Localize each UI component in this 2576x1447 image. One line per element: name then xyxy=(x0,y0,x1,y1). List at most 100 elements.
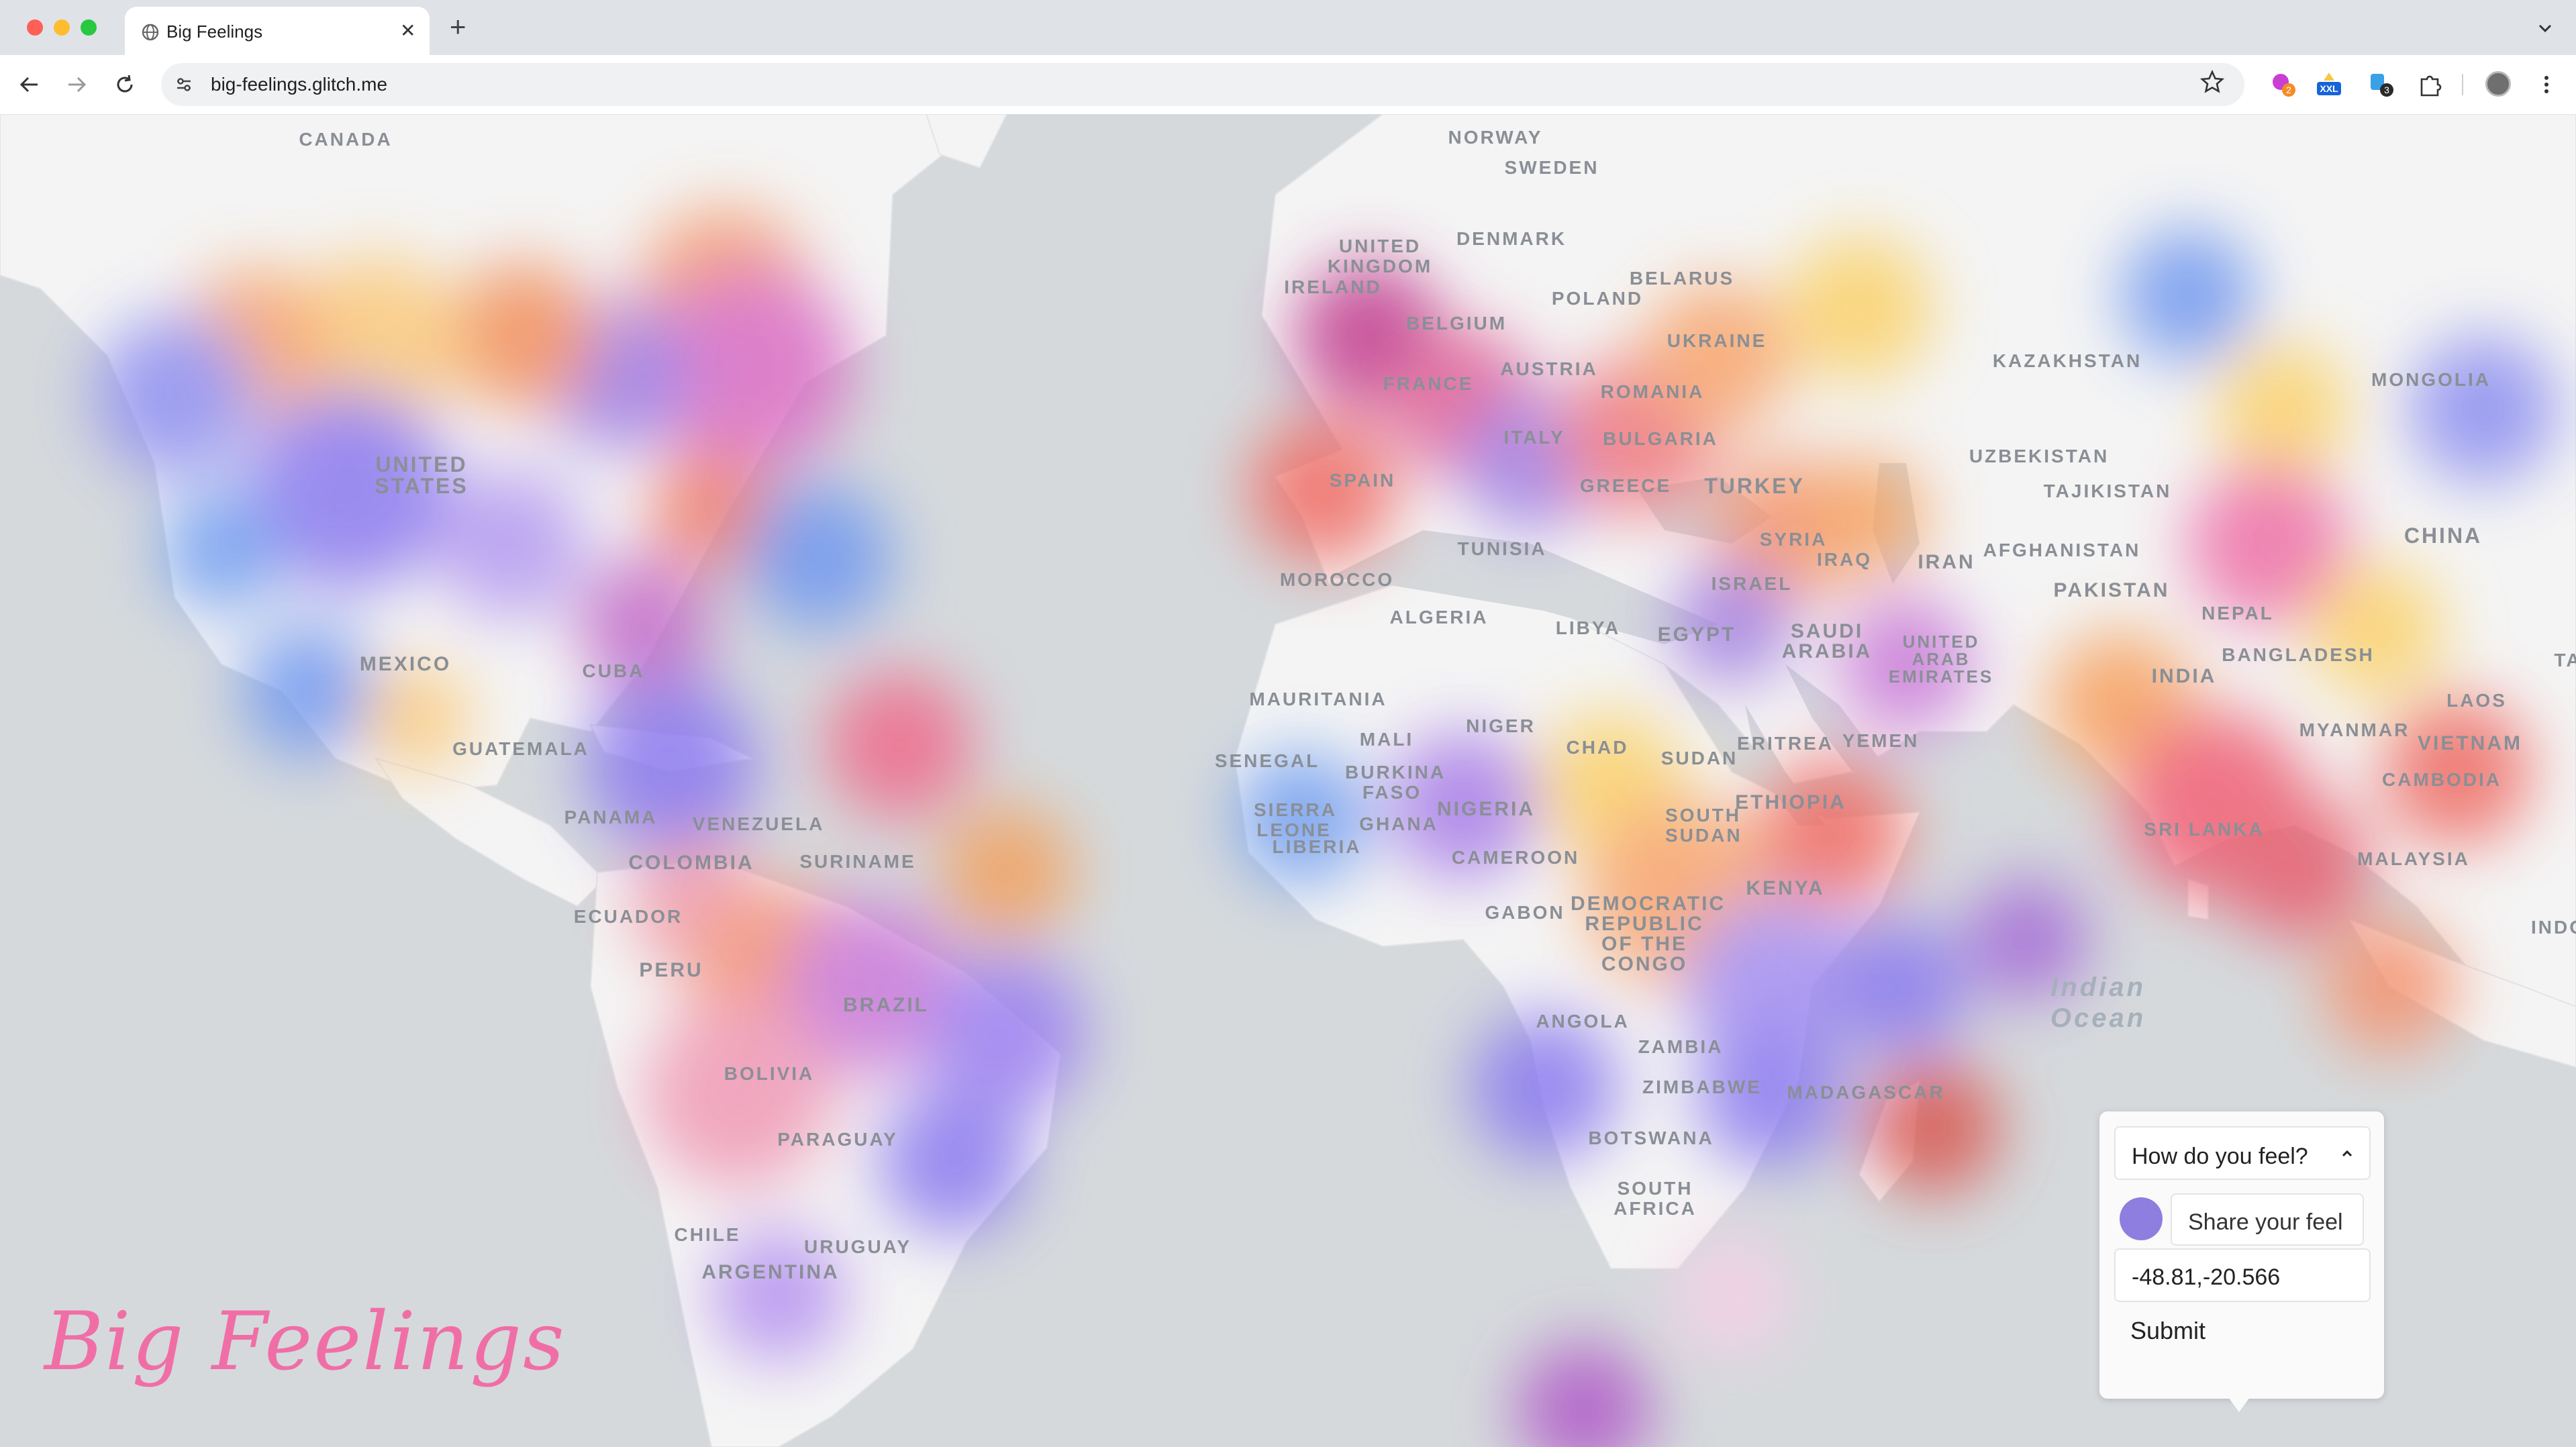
tab-title: Big Feelings xyxy=(166,21,263,42)
map-label: AFGHANISTAN xyxy=(1983,540,2141,560)
browser-tab[interactable]: Big Feelings ✕ xyxy=(125,7,430,55)
maximize-window-button[interactable] xyxy=(81,19,97,36)
puzzle-piece-icon[interactable] xyxy=(2415,70,2444,99)
map-label: SYRIA xyxy=(1759,529,1828,550)
map-label: PANAMA xyxy=(564,807,658,828)
back-arrow-icon[interactable] xyxy=(15,70,44,99)
map-label: UNITED KINGDOM xyxy=(1327,236,1433,277)
map-label: VIETNAM xyxy=(2418,732,2522,754)
submit-button[interactable]: Submit xyxy=(2130,1317,2206,1345)
globe-icon xyxy=(142,23,159,41)
map-label: YEMEN xyxy=(1842,730,1920,751)
map-label: MALAYSIA xyxy=(2357,848,2470,869)
map-label: VENEZUELA xyxy=(692,813,825,834)
toolbar-divider xyxy=(2462,74,2463,95)
more-vertical-icon[interactable] xyxy=(2540,70,2553,99)
map-label: MEXICO xyxy=(359,653,452,675)
map-label: SIERRA LEONE xyxy=(1254,799,1337,840)
map-label: MONGOLIA xyxy=(2371,369,2491,390)
address-bar[interactable]: big-feelings.glitch.me xyxy=(161,63,2244,106)
feeling-select[interactable]: How do you feel? xyxy=(2114,1126,2371,1180)
feeling-popup: How do you feel? Share your feel -48.81,… xyxy=(2099,1111,2384,1399)
map-label: CANADA xyxy=(299,129,393,150)
chevron-up-icon xyxy=(2342,1150,2352,1157)
map-label: MADAGASCAR xyxy=(1787,1082,1945,1103)
map-label: PAKISTAN xyxy=(2053,579,2170,601)
map-label: TUNISIA xyxy=(1457,538,1547,559)
map-label: BELARUS xyxy=(1629,268,1735,289)
map-label: KENYA xyxy=(1746,877,1825,899)
map-label: KAZAKHSTAN xyxy=(1992,350,2142,371)
map-label: INDO xyxy=(2531,917,2576,938)
map-label: CAMBODIA xyxy=(2382,769,2501,790)
map-label: LIBERIA xyxy=(1272,836,1362,857)
brand-logo: Big Feelings xyxy=(44,1295,566,1389)
extension-badge-1: 2 xyxy=(2286,85,2291,95)
feeling-select-label: How do you feel? xyxy=(2132,1144,2308,1169)
map-label: GUATEMALA xyxy=(452,738,589,759)
site-settings-icon[interactable] xyxy=(173,74,195,95)
map-label: MALI xyxy=(1359,729,1414,750)
map-label: GABON xyxy=(1485,902,1565,923)
map-label: NEPAL xyxy=(2201,603,2274,623)
url-text: big-feelings.glitch.me xyxy=(211,74,388,95)
map-label: DENMARK xyxy=(1456,228,1567,249)
profile-avatar[interactable] xyxy=(2485,71,2511,97)
chevron-down-icon[interactable] xyxy=(2532,15,2559,42)
map-label: LAOS xyxy=(2446,690,2507,711)
map-label: ISRAEL xyxy=(1711,573,1793,594)
map-label: NIGERIA xyxy=(1436,798,1536,820)
map-label: ITALY xyxy=(1503,427,1565,448)
map-label: COLOMBIA xyxy=(628,852,754,874)
color-swatch[interactable] xyxy=(2120,1197,2163,1240)
popup-pointer xyxy=(2228,1397,2250,1412)
new-tab-button[interactable]: + xyxy=(450,12,466,42)
feeling-input[interactable]: Share your feel xyxy=(2171,1193,2364,1246)
map-label: MAURITANIA xyxy=(1249,689,1387,709)
map-label: TURKEY xyxy=(1704,474,1805,498)
map-label: ETHIOPIA xyxy=(1735,791,1846,813)
extension-icon-1[interactable]: 2 xyxy=(2269,70,2298,99)
map-label: CHAD xyxy=(1566,737,1629,758)
map-label: GREECE xyxy=(1579,475,1672,496)
forward-arrow-icon[interactable] xyxy=(62,70,91,99)
map-label: IRELAND xyxy=(1284,277,1382,297)
map-label: FRANCE xyxy=(1383,373,1474,394)
map-label: BRAZIL xyxy=(843,994,929,1016)
map-label: UNITED ARAB EMIRATES xyxy=(1888,632,1994,687)
map-label: ARGENTINA xyxy=(701,1261,840,1283)
minimize-window-button[interactable] xyxy=(54,19,70,36)
close-tab-icon[interactable]: ✕ xyxy=(400,20,415,42)
extension-icon-2[interactable]: XXL xyxy=(2314,70,2344,99)
map-label: URUGUAY xyxy=(804,1236,911,1257)
map-label: NORWAY xyxy=(1448,127,1543,148)
map-label: CUBA xyxy=(582,660,645,681)
coordinates-field[interactable]: -48.81,-20.566 xyxy=(2114,1248,2371,1302)
map-label: UKRAINE xyxy=(1667,330,1767,351)
map-label: PARAGUAY xyxy=(777,1129,898,1150)
map-label: ERITREA xyxy=(1737,733,1834,754)
map-label: POLAND xyxy=(1551,288,1644,309)
browser-toolbar: big-feelings.glitch.me xyxy=(0,55,2576,114)
map-label: ZAMBIA xyxy=(1638,1036,1724,1057)
close-window-button[interactable] xyxy=(27,19,43,36)
map-label: SURINAME xyxy=(799,851,916,872)
extension-badge-3: 3 xyxy=(2384,85,2389,95)
map-label: ALGERIA xyxy=(1389,607,1489,628)
map-label: TAJIKISTAN xyxy=(2043,481,2172,501)
bookmark-star-icon[interactable] xyxy=(2199,68,2226,95)
map-label: SPAIN xyxy=(1329,470,1396,491)
map-label: BOLIVIA xyxy=(724,1063,815,1084)
map-label: ANGOLA xyxy=(1536,1011,1630,1032)
map-label: SENEGAL xyxy=(1214,750,1320,771)
map-label: IRAN xyxy=(1918,551,1975,573)
map-label: EGYPT xyxy=(1657,623,1736,646)
map-label: SOUTH AFRICA xyxy=(1614,1178,1697,1219)
map-label: LIBYA xyxy=(1555,617,1621,638)
reload-icon[interactable] xyxy=(110,70,140,99)
extension-badge-2: XXL xyxy=(2320,83,2338,94)
extension-icon-3[interactable]: 3 xyxy=(2367,70,2396,99)
map-label: ROMANIA xyxy=(1600,381,1705,402)
map-label: SAUDI ARABIA xyxy=(1781,620,1873,662)
map-label: ECUADOR xyxy=(573,906,683,927)
